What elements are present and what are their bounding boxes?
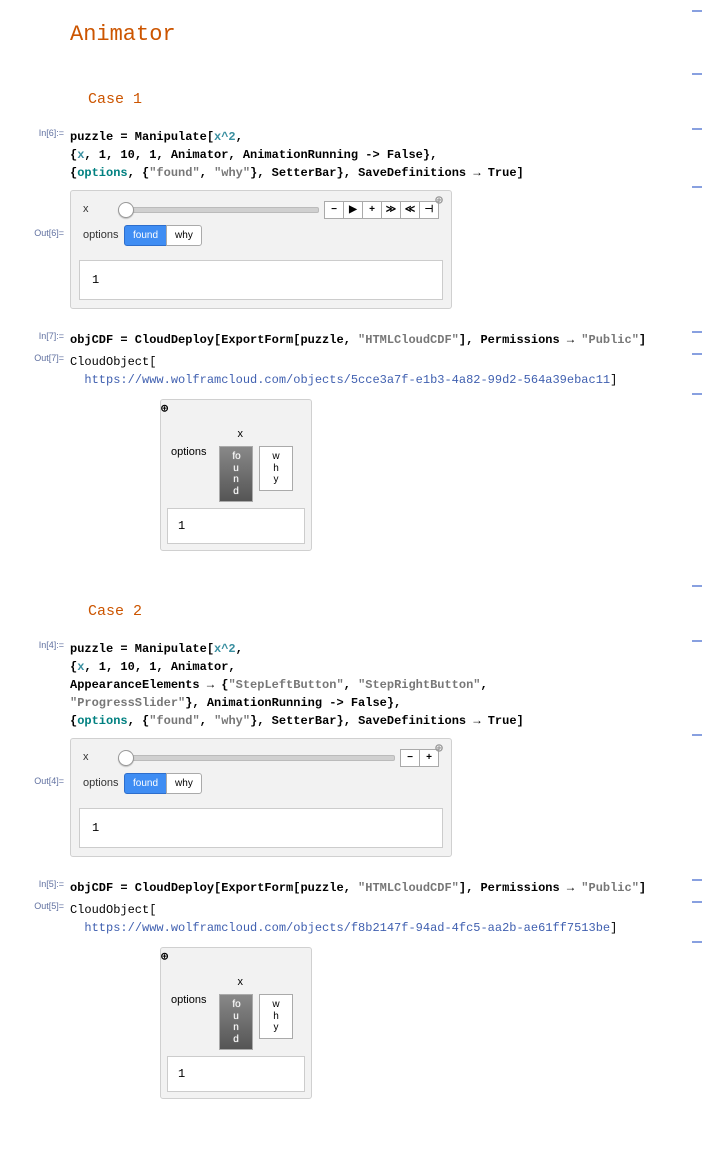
deployed-output-2: 1	[167, 1056, 305, 1092]
deployed-manipulate-2: ⊕ x options found why 1	[160, 947, 312, 1100]
case1-out6-row: Out[6]= ⊕ x − ▶ + ≫ ≪ ⊣	[20, 186, 704, 319]
out-label: Out[6]=	[20, 186, 70, 238]
manipulate-output: 1	[79, 260, 443, 300]
deployed-output: 1	[167, 508, 305, 544]
faster-button[interactable]: ≫	[381, 201, 401, 219]
setter-bar: found why	[125, 225, 202, 246]
deployed-option-found-2[interactable]: found	[219, 994, 253, 1050]
step-left-button[interactable]: −	[400, 749, 420, 767]
case1-in6-row: In[6]:= puzzle = Manipulate[x^2, {x, 1, …	[20, 128, 704, 182]
slower-button[interactable]: ≪	[400, 201, 420, 219]
options-row: options found why	[83, 225, 439, 246]
case2-deployed-row: ⊕ x options found why 1	[20, 941, 704, 1110]
cloud-url-2[interactable]: https://www.wolframcloud.com/objects/f8b…	[84, 921, 610, 935]
out-label: Out[4]=	[20, 734, 70, 786]
slider-thumb[interactable]	[118, 750, 134, 766]
cloud-url[interactable]: https://www.wolframcloud.com/objects/5cc…	[84, 373, 610, 387]
case1-in7-row: In[7]:= objCDF = CloudDeploy[ExportForm[…	[20, 331, 704, 349]
expand-icon[interactable]: ⊕	[433, 743, 445, 755]
options-row-2: options found why	[83, 773, 439, 794]
in-label: In[4]:=	[20, 640, 70, 650]
expand-icon[interactable]: ⊕	[433, 195, 445, 207]
case2-heading-row: Case 2	[20, 585, 704, 636]
animator-buttons: − ▶ + ≫ ≪ ⊣	[325, 201, 439, 219]
case1-heading-row: Case 1	[20, 73, 704, 124]
option-why[interactable]: why	[166, 773, 202, 794]
step-left-button[interactable]: −	[324, 201, 344, 219]
manipulate-output-2: 1	[79, 808, 443, 848]
in-label: In[5]:=	[20, 879, 70, 889]
case1-out7-row: Out[7]= CloudObject[ https://www.wolfram…	[20, 353, 704, 389]
out-label: Out[5]=	[20, 901, 70, 911]
case2-in4-row: In[4]:= puzzle = Manipulate[x^2, {x, 1, …	[20, 640, 704, 730]
in-label: In[6]:=	[20, 128, 70, 138]
case2-title: Case 2	[88, 601, 686, 624]
step-right-button[interactable]: +	[362, 201, 382, 219]
x-slider[interactable]	[125, 207, 319, 213]
title-row: Animator	[20, 10, 704, 69]
option-found[interactable]: found	[124, 773, 167, 794]
setter-bar-2: found why	[125, 773, 202, 794]
x-slider-row-2: x − +	[83, 749, 439, 767]
play-button[interactable]: ▶	[343, 201, 363, 219]
case1-title: Case 1	[88, 89, 686, 112]
case2-out4-row: Out[4]= ⊕ x − + options foun	[20, 734, 704, 867]
out-label: Out[7]=	[20, 353, 70, 363]
expand-icon[interactable]: ⊕	[161, 400, 311, 418]
deployed-option-why-2[interactable]: why	[259, 994, 293, 1039]
manipulate-panel: ⊕ x − ▶ + ≫ ≪ ⊣ o	[70, 190, 452, 309]
deployed-option-found[interactable]: found	[219, 446, 253, 502]
slider-thumb[interactable]	[118, 202, 134, 218]
case2-out5-row: Out[5]= CloudObject[ https://www.wolfram…	[20, 901, 704, 937]
expand-icon[interactable]: ⊕	[161, 948, 311, 966]
x-slider-row: x − ▶ + ≫ ≪ ⊣	[83, 201, 439, 219]
x-slider-2[interactable]	[125, 755, 395, 761]
deployed-manipulate: ⊕ x options found why 1	[160, 399, 312, 552]
case2-in5-row: In[5]:= objCDF = CloudDeploy[ExportForm[…	[20, 879, 704, 897]
in-label: In[7]:=	[20, 331, 70, 341]
page-title: Animator	[70, 18, 686, 51]
case1-deployed-row: ⊕ x options found why 1	[20, 393, 704, 562]
manipulate-panel-2: ⊕ x − + options found why	[70, 738, 452, 857]
option-found[interactable]: found	[124, 225, 167, 246]
deployed-option-why[interactable]: why	[259, 446, 293, 491]
option-why[interactable]: why	[166, 225, 202, 246]
